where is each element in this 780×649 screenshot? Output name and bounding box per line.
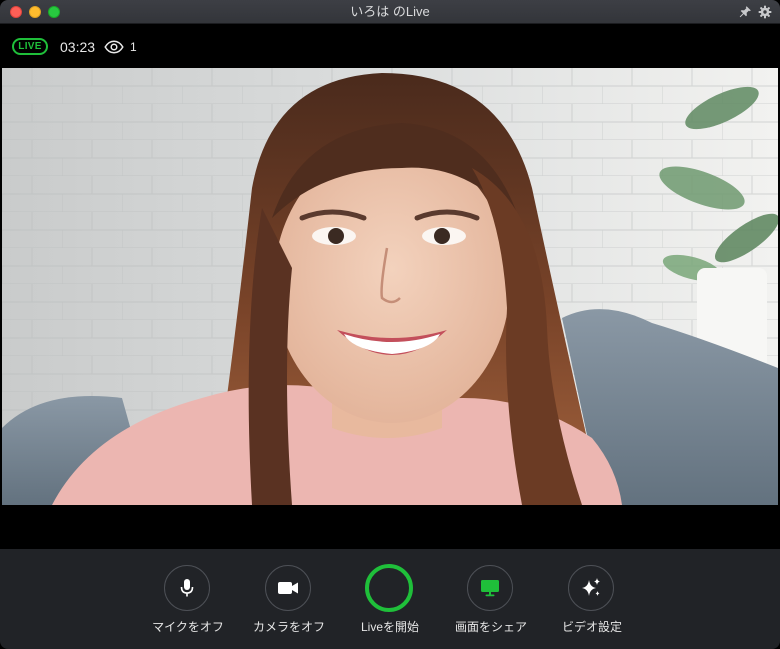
camera-feed-image — [2, 68, 778, 505]
live-status-bar: LIVE 03:23 1 — [0, 24, 780, 68]
start-live-ring[interactable] — [365, 564, 413, 612]
viewer-count: 1 — [130, 40, 137, 54]
video-letterbox — [0, 505, 780, 549]
camera-toggle-label: カメラをオフ — [252, 620, 325, 634]
video-settings-button[interactable]: ビデオ設定 — [547, 565, 637, 645]
control-bar: マイクをオフ カメラをオフ Liveを開始 画面をシェア ビデオ設定 — [0, 549, 780, 649]
live-badge: LIVE — [12, 38, 48, 55]
pin-icon[interactable] — [738, 5, 752, 19]
video-settings-label: ビデオ設定 — [561, 620, 622, 634]
eye-icon — [104, 40, 124, 54]
monitor-icon — [481, 580, 499, 597]
share-screen-button[interactable]: 画面をシェア — [446, 565, 536, 645]
mic-toggle-button[interactable]: マイクをオフ — [143, 565, 233, 645]
video-camera-icon — [278, 582, 298, 594]
elapsed-timer: 03:23 — [60, 39, 96, 55]
sparkle-icon — [582, 578, 600, 596]
gear-icon[interactable] — [758, 5, 772, 19]
mic-button-circle[interactable] — [164, 565, 210, 611]
camera-preview — [2, 68, 778, 505]
start-live-label: Liveを開始 — [360, 620, 419, 634]
camera-button-circle[interactable] — [265, 565, 311, 611]
start-live-button[interactable]: Liveを開始 — [345, 564, 435, 645]
camera-toggle-button[interactable]: カメラをオフ — [244, 565, 334, 645]
app-window: いろは のLive LIVE 03:23 1 マイクをオフ カメラをオフ Liv… — [0, 0, 780, 649]
microphone-icon — [180, 579, 194, 597]
title-bar: いろは のLive — [0, 0, 780, 24]
mic-toggle-label: マイクをオフ — [152, 620, 224, 634]
share-button-circle[interactable] — [467, 565, 513, 611]
share-screen-label: 画面をシェア — [454, 620, 527, 634]
window-title: いろは のLive — [350, 4, 430, 19]
settings-button-circle[interactable] — [568, 565, 614, 611]
